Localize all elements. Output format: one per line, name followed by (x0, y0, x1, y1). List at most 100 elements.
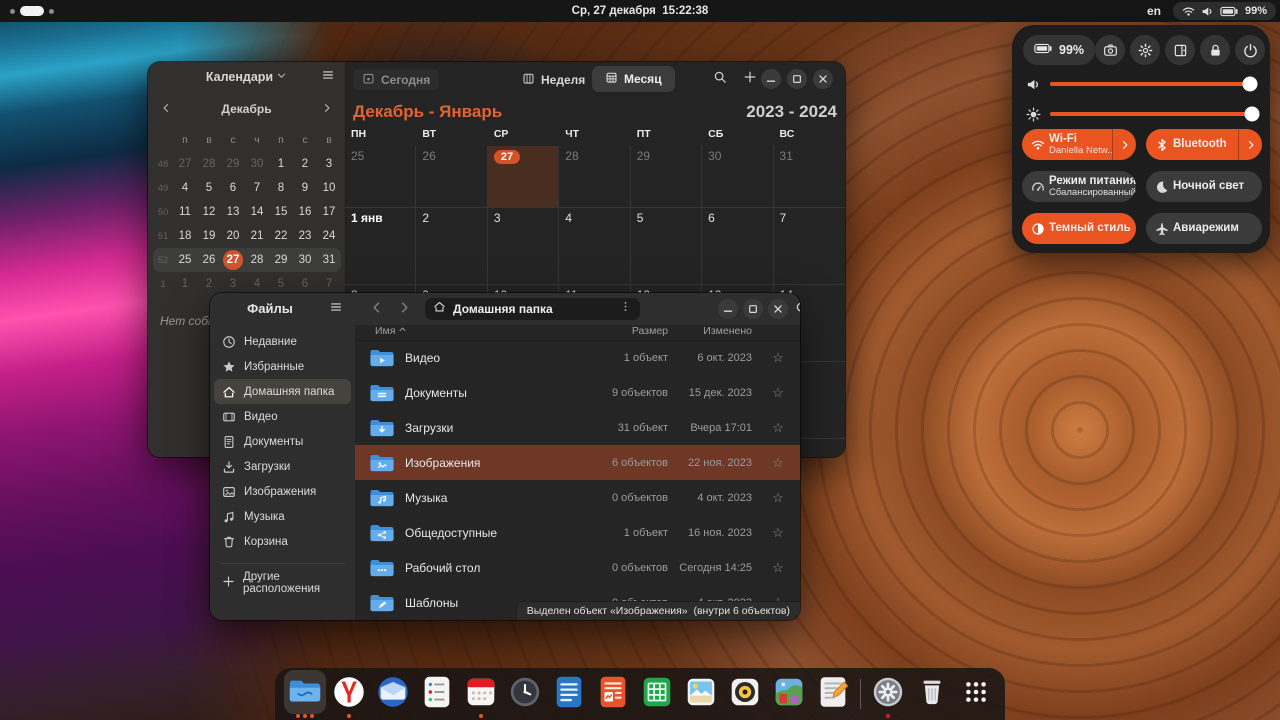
mini-day[interactable]: 4 (173, 182, 197, 194)
file-row[interactable]: Изображения6 объектов22 ноя. 2023☆ (355, 445, 800, 480)
game-icon[interactable] (767, 669, 811, 719)
kebab-menu-icon[interactable] (619, 300, 632, 318)
column-modified[interactable]: Изменено (657, 325, 752, 337)
text-editor-icon[interactable] (811, 669, 855, 719)
mini-day[interactable]: 7 (317, 278, 341, 290)
mini-day[interactable]: 27 (173, 158, 197, 170)
star-toggle-icon[interactable]: ☆ (764, 515, 792, 550)
maximize-button[interactable] (743, 299, 763, 319)
star-toggle-icon[interactable]: ☆ (764, 410, 792, 445)
keyboard-layout-indicator[interactable]: en (1147, 4, 1161, 18)
mini-day[interactable]: 20 (221, 230, 245, 242)
brightness-slider[interactable] (1026, 105, 1256, 123)
mini-day[interactable]: 17 (317, 206, 341, 218)
calendar-day-cell[interactable]: 1 янв (345, 208, 416, 284)
sidebar-item-recent[interactable]: Недавние (214, 329, 351, 354)
today-button[interactable]: Сегодня (353, 69, 439, 90)
sidebar-item-trash[interactable]: Корзина (214, 529, 351, 554)
chevron-right-icon[interactable] (1112, 129, 1136, 160)
sidebar-item-home[interactable]: Домашняя папка (214, 379, 351, 404)
yandex-browser-icon[interactable] (327, 669, 371, 719)
mini-day[interactable]: 31 (317, 254, 341, 266)
star-toggle-icon[interactable]: ☆ (764, 375, 792, 410)
slider-handle[interactable] (1242, 77, 1257, 92)
hamburger-menu-icon[interactable] (321, 68, 335, 87)
month-view-button[interactable]: Месяц (592, 66, 675, 92)
sidebar-item-picture[interactable]: Изображения (214, 479, 351, 504)
mini-day[interactable]: 14 (245, 206, 269, 218)
settings-dock-icon[interactable] (866, 669, 910, 719)
mini-day[interactable]: 4 (245, 278, 269, 290)
calendars-dropdown[interactable]: Календари (148, 70, 345, 84)
writer-icon[interactable] (547, 669, 591, 719)
star-toggle-icon[interactable]: ☆ (764, 550, 792, 585)
week-view-button[interactable]: Неделя (513, 69, 594, 90)
calendar-day-cell[interactable]: 7 (774, 208, 845, 284)
maximize-button[interactable] (787, 69, 807, 89)
calendar-day-cell[interactable]: 27 (488, 146, 559, 207)
sidebar-item-document[interactable]: Документы (214, 429, 351, 454)
calendar-day-cell[interactable]: 4 (559, 208, 630, 284)
mini-day[interactable]: 6 (221, 182, 245, 194)
star-toggle-icon[interactable]: ☆ (764, 480, 792, 515)
mini-day[interactable]: 28 (245, 254, 269, 266)
sidebar-item-video[interactable]: Видео (214, 404, 351, 429)
calendar-day-cell[interactable]: 28 (559, 146, 630, 207)
mini-day[interactable]: 26 (197, 254, 221, 266)
mini-day[interactable]: 7 (245, 182, 269, 194)
mini-day[interactable]: 3 (221, 278, 245, 290)
calendar-dock-icon[interactable] (459, 669, 503, 719)
mini-day[interactable]: 10 (317, 182, 341, 194)
power-button[interactable] (1235, 35, 1265, 65)
calendar-day-cell[interactable]: 5 (631, 208, 702, 284)
mini-day[interactable]: 24 (317, 230, 341, 242)
mini-day[interactable]: 2 (293, 158, 317, 170)
thunderbird-icon[interactable] (371, 669, 415, 719)
mini-day[interactable]: 1 (173, 278, 197, 290)
toggle-wifi[interactable]: Wi-FiDaniella Netw... (1022, 129, 1136, 160)
mini-day[interactable]: 21 (245, 230, 269, 242)
toggle-dark-style[interactable]: Темный стиль (1022, 213, 1136, 244)
mini-day[interactable]: 16 (293, 206, 317, 218)
calendar-day-cell[interactable]: 31 (774, 146, 845, 207)
mini-day[interactable]: 9 (293, 182, 317, 194)
mini-day[interactable]: 5 (269, 278, 293, 290)
file-row[interactable]: Документы9 объектов15 дек. 2023☆ (355, 375, 800, 410)
mini-day[interactable]: 3 (317, 158, 341, 170)
file-row[interactable]: Видео1 объект6 окт. 2023☆ (355, 340, 800, 375)
clocks-icon[interactable] (503, 669, 547, 719)
clock[interactable]: Ср, 27 декабря 15:22:38 (0, 0, 1280, 22)
wps-icon[interactable] (591, 669, 635, 719)
file-row[interactable]: Музыка0 объектов4 окт. 2023☆ (355, 480, 800, 515)
calendar-day-cell[interactable]: 6 (702, 208, 773, 284)
mini-day[interactable]: 6 (293, 278, 317, 290)
chevron-right-icon[interactable] (1238, 129, 1262, 160)
forward-button[interactable] (397, 300, 412, 320)
sidebar-item-music[interactable]: Музыка (214, 504, 351, 529)
mini-day[interactable]: 5 (197, 182, 221, 194)
mini-day[interactable]: 13 (221, 206, 245, 218)
star-toggle-icon[interactable]: ☆ (764, 445, 792, 480)
calendar-day-cell[interactable]: 3 (488, 208, 559, 284)
sidebar-item-other-locations[interactable]: Другие расположения (214, 570, 351, 595)
minimize-button[interactable] (718, 299, 738, 319)
calendar-day-cell[interactable]: 30 (702, 146, 773, 207)
rhythmbox-icon[interactable] (723, 669, 767, 719)
spreadsheet-icon[interactable] (635, 669, 679, 719)
next-month-button[interactable] (321, 102, 333, 117)
battery-pill[interactable]: 99% (1023, 35, 1095, 65)
close-button[interactable] (768, 299, 788, 319)
tasks-icon[interactable] (415, 669, 459, 719)
screenshot-button[interactable] (1095, 35, 1125, 65)
file-row[interactable]: Загрузки31 объектВчера 17:01☆ (355, 410, 800, 445)
trash-dock-icon[interactable] (910, 669, 954, 719)
file-row[interactable]: Рабочий стол0 объектовСегодня 14:25☆ (355, 550, 800, 585)
app-grid-icon[interactable] (954, 669, 998, 719)
toggle-airplane[interactable]: Авиарежим (1146, 213, 1262, 244)
image-viewer-icon[interactable] (679, 669, 723, 719)
calendar-day-cell[interactable]: 2 (416, 208, 487, 284)
lock-button[interactable] (1200, 35, 1230, 65)
column-size[interactable]: Размер (578, 325, 668, 337)
sidebar-item-star[interactable]: Избранные (214, 354, 351, 379)
mini-day[interactable]: 12 (197, 206, 221, 218)
